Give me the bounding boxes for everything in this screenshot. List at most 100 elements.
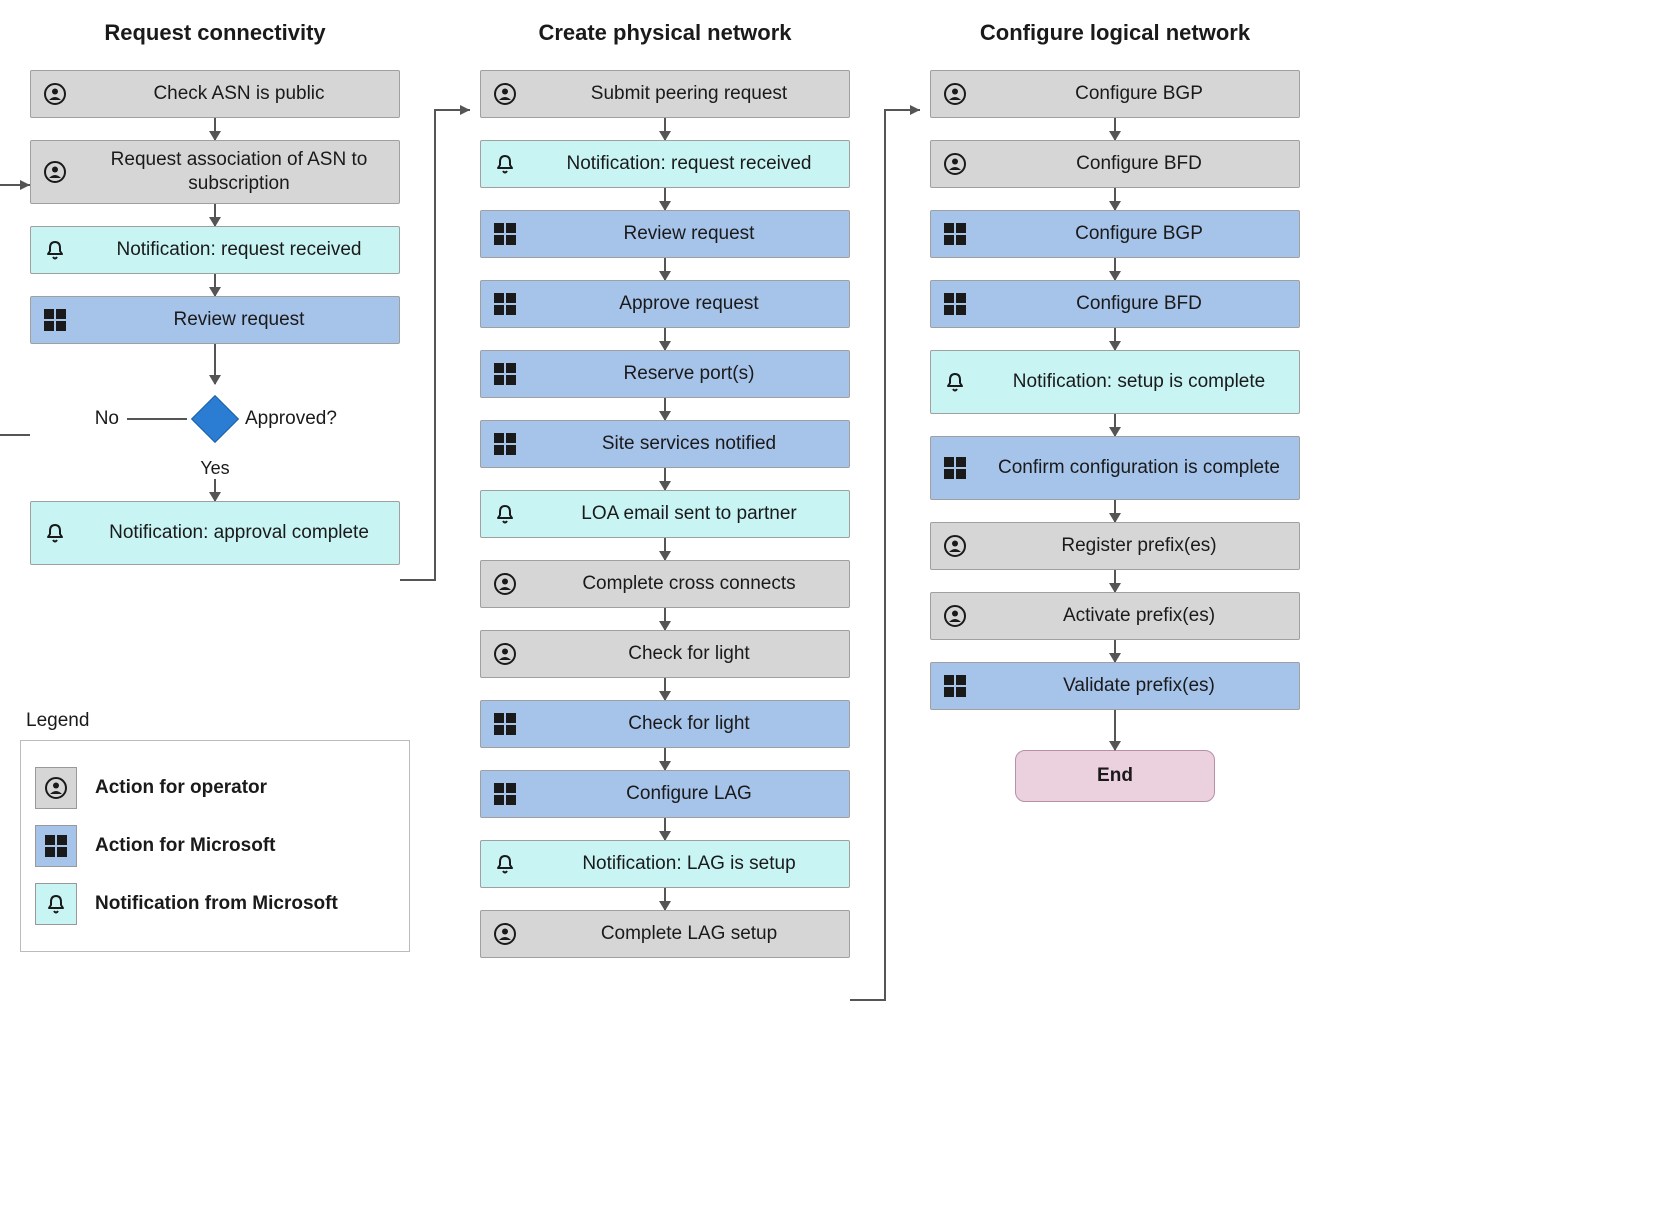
step-label: Check for light [529, 708, 849, 740]
microsoft-icon [481, 363, 529, 385]
legend-title: Legend [20, 710, 410, 732]
legend-swatch [35, 883, 77, 925]
step-label: Complete LAG setup [529, 918, 849, 950]
step-label: Validate prefix(es) [979, 670, 1299, 702]
step-configure-bgp-operator: Configure BGP [930, 70, 1300, 118]
arrow-down-icon [664, 888, 666, 910]
step-configure-bfd-operator: Configure BFD [930, 140, 1300, 188]
step-activate-prefixes: Activate prefix(es) [930, 592, 1300, 640]
arrow-down-icon [1114, 500, 1116, 522]
decision-no-label: No [95, 408, 119, 430]
arrow-down-icon [1114, 570, 1116, 592]
arrow-down-icon [664, 188, 666, 210]
arrow-down-icon [214, 479, 216, 501]
step-label: Notification: LAG is setup [529, 848, 849, 880]
step-check-light-microsoft: Check for light [480, 700, 850, 748]
step-label: Approve request [529, 288, 849, 320]
flowchart: Request connectivity Check ASN is public… [20, 20, 1634, 958]
step-request-asn-association: Request association of ASN to subscripti… [30, 140, 400, 204]
arrow-down-icon [1114, 328, 1116, 350]
step-review-request: Review request [30, 296, 400, 344]
step-label: Notification: request received [79, 234, 399, 266]
column-title: Create physical network [538, 20, 791, 46]
step-label: Reserve port(s) [529, 358, 849, 390]
bell-icon [481, 153, 529, 175]
arrow-down-icon [664, 398, 666, 420]
microsoft-icon [931, 293, 979, 315]
column-title: Configure logical network [980, 20, 1250, 46]
arrow-down-icon [214, 274, 216, 296]
person-icon [481, 923, 529, 945]
step-complete-cross-connects: Complete cross connects [480, 560, 850, 608]
step-label: Configure BGP [979, 218, 1299, 250]
step-label: Notification: request received [529, 148, 849, 180]
step-label: Configure BGP [979, 78, 1299, 110]
arrow-down-icon [664, 468, 666, 490]
microsoft-icon [45, 835, 67, 857]
decision-no-branch: No [95, 408, 187, 430]
arrow-down-icon [664, 608, 666, 630]
bell-icon [481, 503, 529, 525]
arrow-down-icon [1114, 710, 1116, 750]
microsoft-icon [481, 223, 529, 245]
legend-label: Action for operator [95, 777, 267, 799]
step-check-asn-public: Check ASN is public [30, 70, 400, 118]
person-icon [931, 535, 979, 557]
legend-swatch [35, 825, 77, 867]
column-request-connectivity: Request connectivity Check ASN is public… [20, 20, 410, 565]
end-terminator: End [1015, 750, 1215, 802]
step-confirm-configuration-complete: Confirm configuration is complete [930, 436, 1300, 500]
step-notification-lag-setup: Notification: LAG is setup [480, 840, 850, 888]
step-label: Request association of ASN to subscripti… [79, 144, 399, 200]
step-label: Confirm configuration is complete [979, 452, 1299, 484]
step-label: Review request [79, 304, 399, 336]
legend-label: Action for Microsoft [95, 835, 276, 857]
step-label: Configure BFD [979, 148, 1299, 180]
arrow-down-icon [1114, 258, 1116, 280]
diamond-icon [191, 395, 239, 443]
person-icon [931, 605, 979, 627]
step-site-services-notified: Site services notified [480, 420, 850, 468]
bell-icon [45, 893, 67, 915]
step-configure-lag: Configure LAG [480, 770, 850, 818]
legend-row-operator: Action for operator [35, 767, 395, 809]
step-label: Activate prefix(es) [979, 600, 1299, 632]
arrow-down-icon [664, 118, 666, 140]
line-icon [127, 418, 187, 420]
end-label: End [1097, 765, 1133, 787]
arrow-down-icon [664, 678, 666, 700]
legend-body: Action for operator Action for Microsoft… [20, 740, 410, 952]
microsoft-icon [931, 223, 979, 245]
arrow-down-icon [1114, 414, 1116, 436]
microsoft-icon [31, 309, 79, 331]
arrow-down-icon [214, 344, 216, 384]
arrow-down-icon [664, 748, 666, 770]
step-loa-email: LOA email sent to partner [480, 490, 850, 538]
arrow-down-icon [1114, 118, 1116, 140]
arrow-down-icon [1114, 640, 1116, 662]
legend-row-microsoft: Action for Microsoft [35, 825, 395, 867]
arrow-down-icon [214, 118, 216, 140]
microsoft-icon [931, 675, 979, 697]
legend-row-notification: Notification from Microsoft [35, 883, 395, 925]
arrow-down-icon [214, 204, 216, 226]
legend: Legend Action for operator Action for Mi… [20, 710, 410, 952]
step-configure-bgp-microsoft: Configure BGP [930, 210, 1300, 258]
bell-icon [481, 853, 529, 875]
legend-label: Notification from Microsoft [95, 893, 338, 915]
step-label: Site services notified [529, 428, 849, 460]
microsoft-icon [931, 457, 979, 479]
person-icon [481, 573, 529, 595]
step-review-request: Review request [480, 210, 850, 258]
step-approve-request: Approve request [480, 280, 850, 328]
loop-back-connector [0, 175, 32, 455]
step-label: Submit peering request [529, 78, 849, 110]
step-notification-request-received: Notification: request received [480, 140, 850, 188]
decision-yes-label: Yes [200, 458, 229, 479]
connector-col1-to-col2 [400, 100, 470, 590]
column-create-physical-network: Create physical network Submit peering r… [470, 20, 860, 958]
bell-icon [931, 371, 979, 393]
step-label: Configure LAG [529, 778, 849, 810]
step-submit-peering-request: Submit peering request [480, 70, 850, 118]
microsoft-icon [481, 293, 529, 315]
